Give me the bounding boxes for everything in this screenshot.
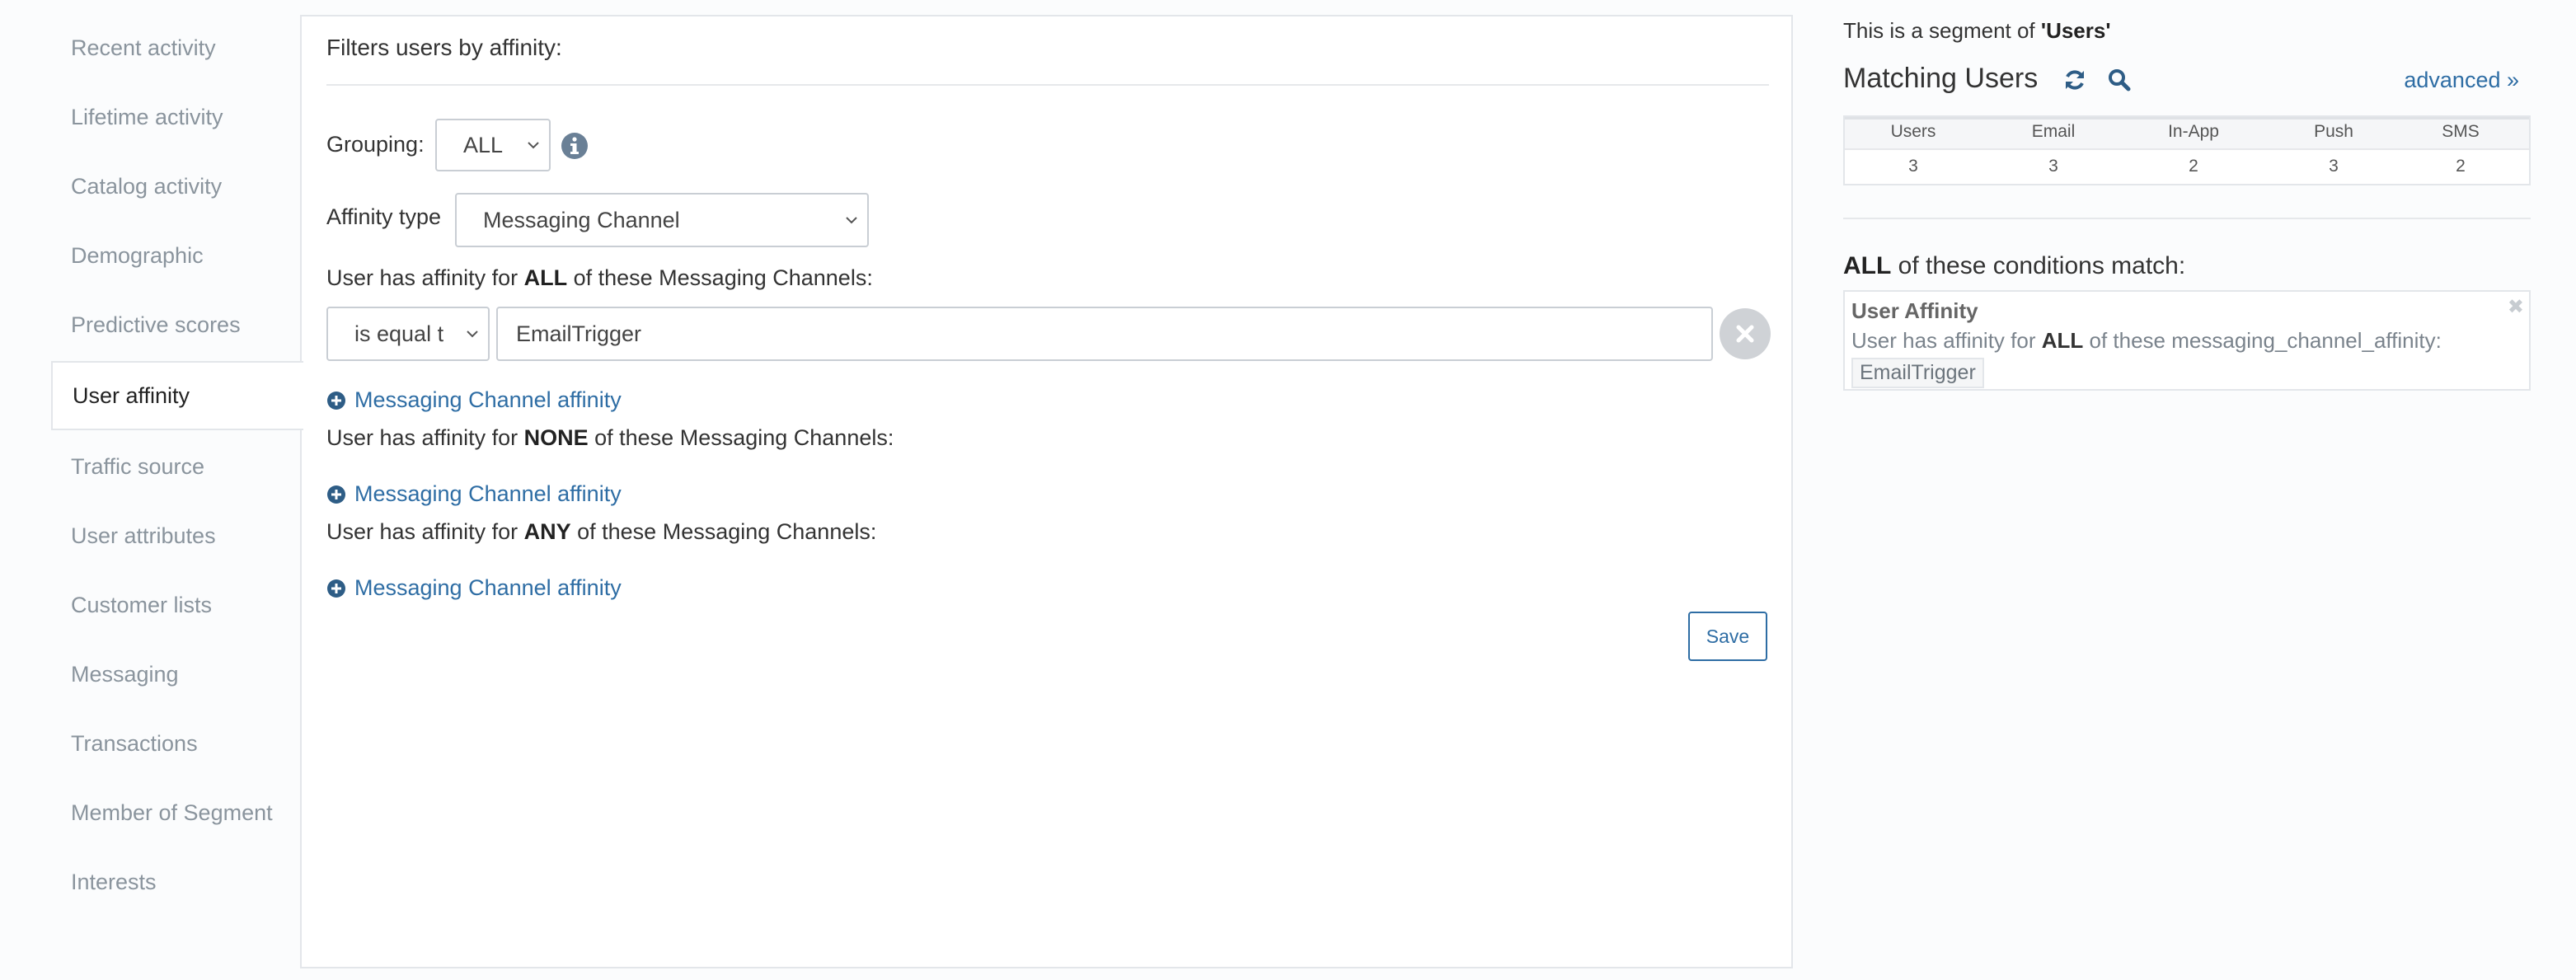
heading-suffix: of these Messaging Channels: — [588, 425, 894, 450]
matching-users-table: Users Email In-App Push SMS 3 3 2 3 2 — [1843, 115, 2531, 185]
panel-title: Filters users by affinity: — [326, 35, 562, 60]
header-push: Push — [2314, 122, 2353, 141]
heading-prefix: User has affinity for — [326, 425, 524, 450]
sidebar-item-label: User affinity — [73, 382, 190, 408]
segment-name: 'Users' — [2040, 18, 2111, 43]
note-prefix: This is a segment of — [1843, 18, 2041, 43]
sidebar-item-transactions[interactable]: Transactions — [51, 709, 302, 778]
plus-circle-icon — [327, 391, 345, 410]
sidebar-item-traffic-source[interactable]: Traffic source — [51, 432, 302, 501]
condition-card: User Affinity User has affinity for ALL … — [1843, 290, 2531, 391]
sidebar-item-label: Customer lists — [71, 592, 213, 617]
sidebar-item-label: Messaging — [71, 661, 179, 687]
chevron-down-icon — [846, 217, 857, 224]
sidebar-item-lifetime-activity[interactable]: Lifetime activity — [51, 82, 302, 152]
conditions-suffix: of these conditions match: — [1891, 252, 2186, 279]
sidebar-item-label: Transactions — [71, 730, 198, 756]
none-channels-heading: User has affinity for NONE of these Mess… — [326, 425, 894, 451]
heading-keyword: ALL — [523, 265, 568, 290]
header-email: Email — [2031, 122, 2076, 141]
sidebar-item-predictive-scores[interactable]: Predictive scores — [51, 290, 302, 359]
add-any-affinity-link[interactable]: Messaging Channel affinity — [326, 575, 622, 601]
segment-summary-panel: This is a segment of 'Users' Matching Us… — [1843, 0, 2532, 980]
sidebar-item-label: Catalog activity — [71, 173, 223, 199]
add-none-affinity-link[interactable]: Messaging Channel affinity — [326, 481, 622, 507]
chevron-down-icon — [467, 331, 478, 338]
plus-circle-icon — [327, 579, 345, 598]
add-link-label: Messaging Channel affinity — [354, 481, 622, 506]
sidebar-item-label: Recent activity — [71, 35, 216, 60]
heading-keyword: NONE — [523, 425, 589, 450]
affinity-type-select[interactable]: Messaging Channel — [455, 193, 869, 247]
desc-prefix: User has affinity for — [1851, 328, 2042, 353]
divider — [326, 84, 1769, 86]
divider — [1843, 218, 2531, 219]
conditions-keyword: ALL — [1843, 252, 1892, 279]
value-email: 3 — [2048, 157, 2058, 176]
header-in-app: In-App — [2168, 122, 2219, 141]
grouping-select[interactable]: ALL — [435, 119, 551, 171]
grouping-value: ALL — [463, 132, 504, 157]
sidebar-item-label: User attributes — [71, 523, 216, 548]
heading-suffix: of these Messaging Channels: — [567, 265, 873, 290]
grouping-label: Grouping: — [326, 132, 425, 157]
sidebar-item-customer-lists[interactable]: Customer lists — [51, 570, 302, 640]
sidebar-item-member-of-segment[interactable]: Member of Segment — [51, 778, 302, 847]
conditions-heading: ALL of these conditions match: — [1843, 252, 2185, 280]
value-sms: 2 — [2456, 157, 2466, 176]
sidebar-nav: Recent activity Lifetime activity Catalo… — [51, 0, 303, 980]
remove-condition-button[interactable] — [1720, 308, 1771, 359]
sidebar-item-interests[interactable]: Interests — [51, 847, 302, 917]
refresh-icon[interactable] — [2062, 68, 2087, 92]
sidebar-item-demographic[interactable]: Demographic — [51, 221, 302, 290]
plus-circle-icon — [327, 485, 345, 504]
sidebar-item-label: Member of Segment — [71, 799, 273, 825]
segment-note: This is a segment of 'Users' — [1843, 18, 2111, 44]
any-channels-heading: User has affinity for ANY of these Messa… — [326, 519, 876, 545]
desc-suffix: of these messaging_channel_affinity: — [2083, 328, 2442, 353]
heading-suffix: of these Messaging Channels: — [570, 519, 877, 544]
sidebar-item-user-affinity[interactable]: User affinity — [51, 361, 303, 430]
sidebar-item-user-attributes[interactable]: User attributes — [51, 501, 302, 570]
affinity-type-label: Affinity type — [326, 204, 442, 229]
close-icon[interactable]: ✖ — [2508, 295, 2524, 319]
heading-prefix: User has affinity for — [326, 519, 524, 544]
sidebar-item-label: Interests — [71, 869, 157, 894]
info-icon[interactable] — [561, 132, 589, 160]
sidebar-item-catalog-activity[interactable]: Catalog activity — [51, 152, 302, 221]
value-push: 3 — [2329, 157, 2339, 176]
sidebar-item-label: Lifetime activity — [71, 104, 223, 129]
value-users: 3 — [1908, 157, 1918, 176]
add-link-label: Messaging Channel affinity — [354, 575, 622, 600]
affinity-type-value: Messaging Channel — [483, 207, 680, 232]
affinity-filter-panel: Filters users by affinity: Grouping: ALL… — [300, 15, 1793, 968]
matching-users-title: Matching Users — [1843, 63, 2039, 94]
condition-value-chip: EmailTrigger — [1851, 358, 1984, 388]
condition-value: EmailTrigger — [516, 321, 642, 346]
save-button[interactable]: Save — [1688, 612, 1767, 661]
condition-title: User Affinity — [1851, 298, 1978, 323]
all-channels-heading: User has affinity for ALL of these Messa… — [326, 265, 873, 291]
sidebar-item-messaging[interactable]: Messaging — [51, 640, 302, 709]
heading-keyword: ANY — [523, 519, 571, 544]
value-in-app: 2 — [2189, 157, 2198, 176]
condition-description: User has affinity for ALL of these messa… — [1851, 328, 2442, 354]
chevron-down-icon — [528, 142, 539, 149]
sidebar-item-label: Predictive scores — [71, 312, 241, 337]
header-users: Users — [1890, 122, 1936, 141]
advanced-link[interactable]: advanced » — [2404, 68, 2519, 93]
condition-operator-select[interactable]: is equal t — [326, 307, 490, 361]
add-all-affinity-link[interactable]: Messaging Channel affinity — [326, 387, 622, 413]
desc-keyword: ALL — [2041, 328, 2084, 353]
operator-value: is equal t — [354, 321, 444, 346]
search-icon[interactable] — [2107, 68, 2132, 92]
header-sms: SMS — [2442, 122, 2480, 141]
add-link-label: Messaging Channel affinity — [354, 387, 622, 412]
sidebar-item-recent-activity[interactable]: Recent activity — [51, 13, 302, 82]
sidebar-item-label: Demographic — [71, 242, 204, 268]
close-icon — [1736, 325, 1754, 343]
condition-value-input[interactable]: EmailTrigger — [496, 307, 1713, 361]
heading-prefix: User has affinity for — [326, 265, 524, 290]
sidebar-item-label: Traffic source — [71, 453, 205, 479]
